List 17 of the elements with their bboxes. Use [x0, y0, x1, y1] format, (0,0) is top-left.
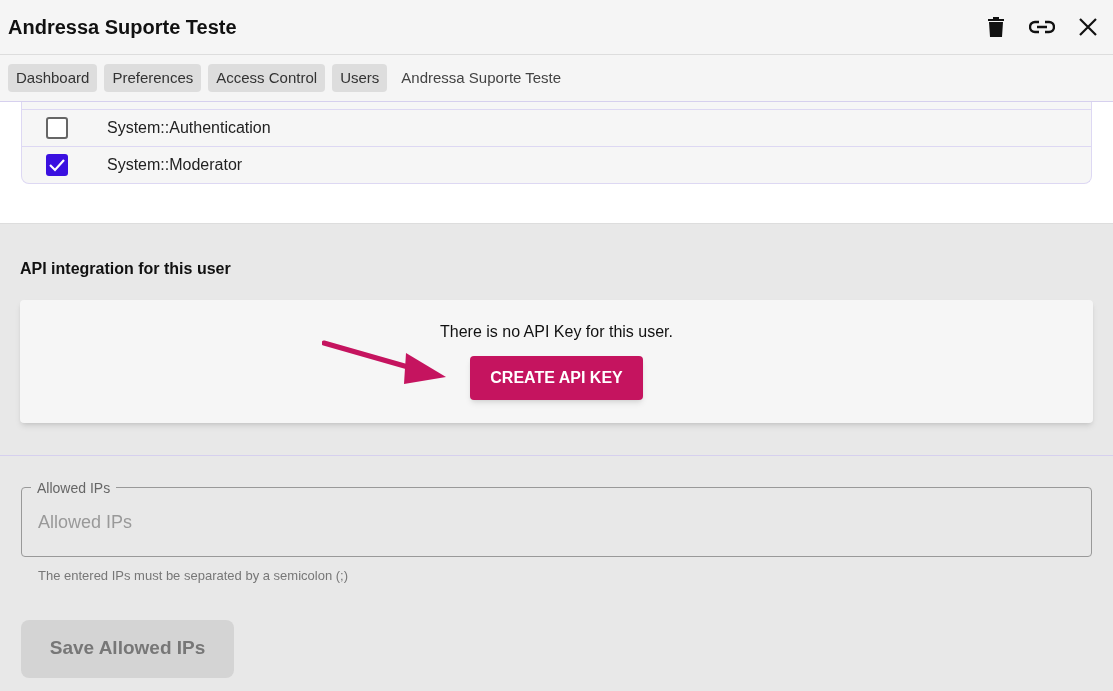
create-api-key-button[interactable]: CREATE API KEY: [470, 356, 643, 400]
breadcrumb-link[interactable]: Access Control: [208, 63, 326, 93]
delete-icon[interactable]: [987, 16, 1005, 38]
checkbox[interactable]: [46, 117, 68, 139]
breadcrumb-link[interactable]: Users: [332, 63, 388, 93]
breadcrumb-link[interactable]: Preferences: [104, 63, 202, 93]
checkbox[interactable]: [46, 154, 68, 176]
section-heading: API integration for this user: [20, 259, 232, 279]
api-message: There is no API Key for this user.: [440, 322, 673, 342]
role-label: System::Moderator: [107, 155, 243, 175]
window-title: Andressa Suporte Teste: [8, 15, 238, 40]
breadcrumb-link[interactable]: Dashboard: [8, 63, 98, 93]
breadcrumb-current: Andressa Suporte Teste: [400, 67, 563, 88]
link-icon[interactable]: [1029, 20, 1055, 34]
close-icon[interactable]: [1079, 18, 1097, 36]
helper-text: The entered IPs must be separated by a semicolon (;): [37, 567, 349, 585]
role-label: System::Authentication: [107, 118, 271, 138]
